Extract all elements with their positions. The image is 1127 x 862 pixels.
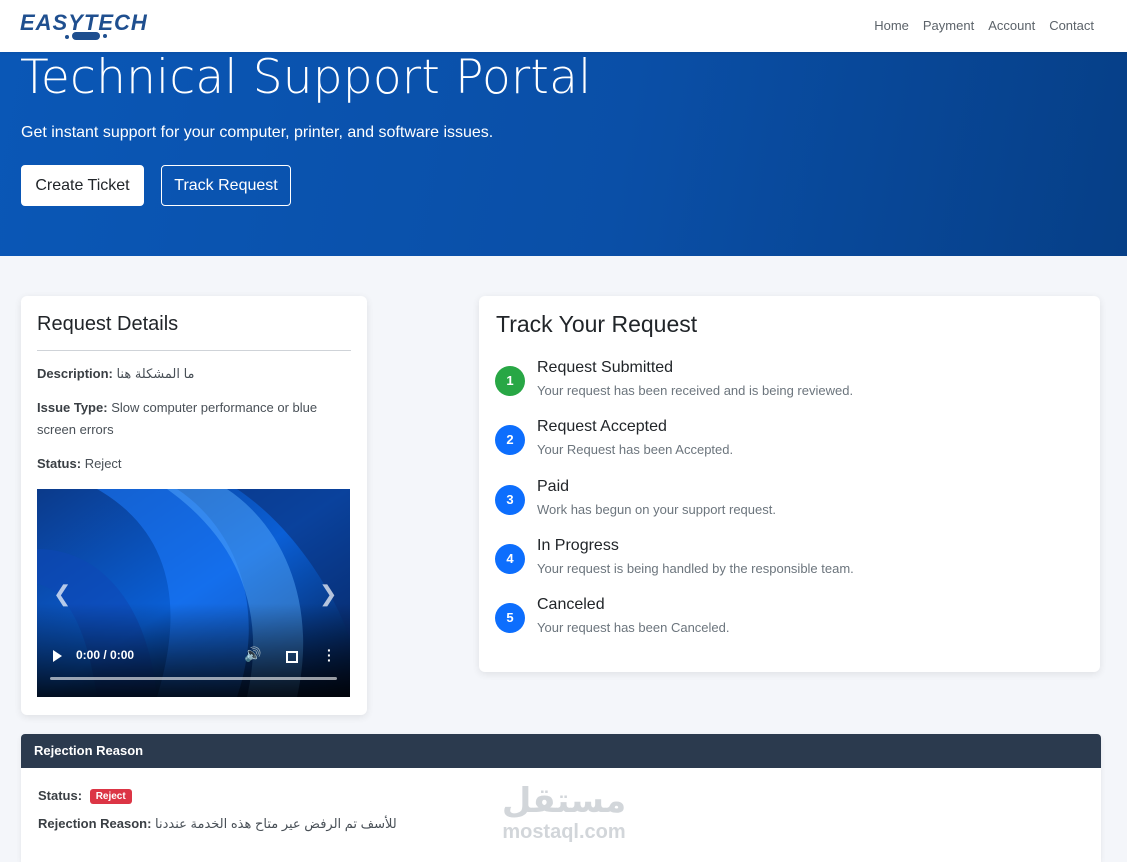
track-request-button[interactable]: Track Request [161,165,291,206]
carousel-next-icon[interactable]: ❯ [319,581,337,607]
track-step: 2 Request Accepted Your Request has been A… [495,418,1075,468]
more-options-icon[interactable]: · · · [327,643,332,667]
step-title: Paid [537,477,570,495]
description-label: Description: [37,366,113,381]
nav-contact-link[interactable]: Contact [1049,18,1094,33]
track-title: Track Your Request [496,311,698,337]
step-description: Your Request has been Accepted. [537,442,734,458]
svg-text:مستقل: مستقل [502,781,626,821]
nav-payment-link[interactable]: Payment [923,18,974,33]
rejection-header-title: Rejection Reason [34,743,144,758]
track-request-card: Track Your Request 1 Request Submitted You… [479,296,1100,672]
step-description: Your request has been Canceled. [537,620,730,636]
status-badge: Reject [89,789,132,804]
track-step: 5 Canceled Your request has been Canceled. [495,596,1075,646]
issue-type-label: Issue Type: [37,400,108,415]
track-step: 3 Paid Work has begun on your support requ… [495,477,1075,528]
fullscreen-icon[interactable] [286,651,298,663]
track-step: 4 In Progress Your request is being handle… [495,536,1075,587]
step-title: Canceled [537,596,605,614]
nav-home-link[interactable]: Home [874,18,909,33]
navbar: EASYTECH Home Payment Account Contact [0,0,1127,52]
svg-text:EASYTECH: EASYTECH [20,10,148,35]
rejection-header: Rejection Reason [21,734,1101,768]
step-description: Your request has been received and is be… [537,383,854,398]
track-step: 1 Request Submitted Your request has been … [495,359,1075,409]
video-player[interactable]: ❮ ❯ 0:00 / 0:00 🔊 · · · [37,489,350,697]
video-time: 0:00 / 0:00 [76,648,135,662]
play-icon[interactable] [53,650,62,662]
step-title: Request Submitted [537,359,674,376]
request-details-title: Request Details [37,313,179,335]
svg-text:mostaql.com: mostaql.com [502,821,625,843]
rejection-reason-label: Rejection Reason: [38,816,152,831]
step-description: Your request is being handled by the res… [537,560,854,576]
step-title: In Progress [537,536,619,554]
hero-subtitle: Get instant support for your computer, p… [21,124,494,141]
brand-logo[interactable]: EASYTECH [20,6,150,44]
hero-title: Technical Support Portal [20,50,592,105]
nav-links: Home Payment Account Contact [874,18,1094,33]
request-details-card: Request Details Description: ما المشكلة … [21,296,367,715]
step-number-badge: 2 [495,425,525,456]
description-value: ما المشكلة هنا [116,366,195,381]
step-description: Work has begun on your support request. [537,501,776,517]
nav-account-link[interactable]: Account [988,18,1035,33]
status-row: Status: Reject [37,453,337,475]
carousel-prev-icon[interactable]: ❮ [53,581,71,607]
rejection-reason-value: للأسف تم الرفض عير متاح هذه الخدمة عنددن… [155,816,397,831]
step-title: Request Accepted [537,418,667,436]
volume-icon[interactable]: 🔊 [244,646,261,663]
watermark-logo: مستقل mostaql.com [494,772,634,846]
create-ticket-button[interactable]: Create Ticket [21,165,144,206]
hero-section: Technical Support Portal Get instant sup… [0,50,1127,256]
step-number-badge: 4 [495,543,525,574]
step-number-badge: 5 [495,603,525,634]
divider [37,350,351,351]
step-number-badge: 1 [495,366,525,396]
step-number-badge: 3 [495,484,525,515]
description-row: Description: ما المشكلة هنا [37,363,337,385]
issue-type-row: Issue Type: Slow computer performance or… [37,397,337,441]
status-value: Reject [84,456,122,471]
status-label: Status: [37,456,82,471]
rejection-status-label: Status: [38,788,83,803]
video-progress-bar[interactable] [50,677,337,680]
rejection-status-row: Status: Reject [38,788,132,804]
rejection-reason-row: Rejection Reason: للأسف تم الرفض عير متا… [38,816,397,832]
